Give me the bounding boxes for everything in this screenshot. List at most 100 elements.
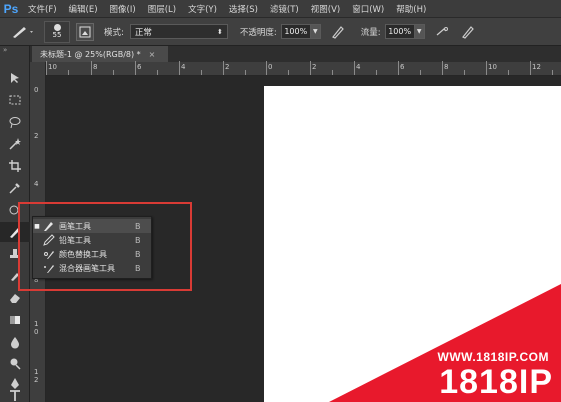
airbrush-toggle[interactable]: [433, 23, 451, 41]
panel-grip[interactable]: »: [0, 46, 29, 54]
tool-preset-picker[interactable]: [4, 21, 40, 43]
menu-select[interactable]: 选择(S): [223, 3, 264, 15]
ruler-tick: [201, 70, 202, 75]
magic-wand-tool[interactable]: [0, 134, 30, 154]
ruler-label: 0: [268, 63, 273, 71]
ruler-label: 10: [488, 63, 497, 71]
ruler-tick: [508, 70, 509, 75]
stylus-icon: [461, 25, 474, 39]
menu-view[interactable]: 视图(V): [305, 3, 346, 15]
ruler-tick: [91, 61, 92, 75]
flyout-item-label: 颜色替换工具: [59, 249, 107, 259]
menu-filter[interactable]: 滤镜(T): [264, 3, 305, 15]
brush-tool[interactable]: [0, 222, 30, 242]
flow-input[interactable]: 100%: [384, 24, 415, 39]
type-tool[interactable]: [0, 388, 30, 402]
watermark-logo: WWW.1818IP.COM 1818IP: [329, 284, 561, 402]
menu-file[interactable]: 文件(F): [22, 3, 63, 15]
ruler-label: 4: [34, 180, 39, 188]
document-tab[interactable]: 未标题-1 @ 25%(RGB/8) * ×: [32, 46, 168, 62]
ruler-tick: [332, 70, 333, 75]
dodge-icon: [10, 358, 21, 370]
history-brush-tool[interactable]: [0, 266, 30, 286]
marquee-tool[interactable]: [0, 90, 30, 110]
ruler-tick: [420, 70, 421, 75]
marquee-icon: [9, 95, 21, 105]
flyout-item-brush[interactable]: ■ 画笔工具 B: [33, 219, 151, 233]
ruler-tick: [223, 61, 224, 75]
pencil-icon: [41, 234, 57, 246]
ruler-tick: [486, 61, 487, 75]
eyedropper-icon: [9, 183, 20, 194]
ruler-tick: [442, 61, 443, 75]
ruler-tick: [376, 70, 377, 75]
eyedropper-tool[interactable]: [0, 178, 30, 198]
ruler-label: 2: [34, 132, 39, 140]
tools-panel: »: [0, 46, 30, 402]
ruler-label: 0: [34, 86, 39, 94]
ruler-tick: [310, 61, 311, 75]
dodge-tool[interactable]: [0, 354, 30, 374]
opacity-input[interactable]: 100%: [280, 24, 311, 39]
blur-tool[interactable]: [0, 332, 30, 352]
clone-stamp-tool[interactable]: [0, 244, 30, 264]
menu-edit[interactable]: 编辑(E): [63, 3, 104, 15]
mixer-brush-icon: [41, 262, 57, 274]
menu-image[interactable]: 图像(I): [104, 3, 142, 15]
menu-layer[interactable]: 图层(L): [142, 3, 182, 15]
ruler-label: 6: [137, 63, 142, 71]
ruler-label: 1 2: [34, 368, 39, 384]
ruler-tick: [157, 70, 158, 75]
ruler-label: 4: [356, 63, 361, 71]
opacity-pressure-toggle[interactable]: [329, 23, 347, 41]
watermark-url: WWW.1818IP.COM: [437, 350, 549, 364]
mode-value: 正常: [134, 27, 152, 38]
crop-icon: [9, 160, 21, 172]
ruler-label: 12: [532, 63, 541, 71]
size-pressure-toggle[interactable]: [459, 23, 477, 41]
gradient-tool[interactable]: [0, 310, 30, 330]
menu-window[interactable]: 窗口(W): [346, 3, 390, 15]
move-tool[interactable]: [0, 68, 30, 88]
brush-icon: [41, 220, 57, 232]
watermark-brand: 1818IP: [439, 363, 553, 401]
ruler-label: 1 0: [34, 320, 39, 336]
opacity-dropdown[interactable]: ▼: [310, 24, 321, 39]
move-icon: [11, 73, 19, 83]
menu-help[interactable]: 帮助(H): [390, 3, 432, 15]
chevron-down-icon: ▼: [312, 28, 318, 35]
flyout-item-mixer-brush[interactable]: 混合器画笔工具 B: [33, 261, 151, 275]
brush-size-picker[interactable]: 55: [44, 20, 70, 43]
stamp-icon: [10, 249, 20, 258]
ruler-tick: [113, 70, 114, 75]
healing-icon: [9, 205, 19, 215]
brush-tools-flyout: ■ 画笔工具 B 铅笔工具 B 颜色替换工具 B 混合器画笔工具 B: [32, 216, 152, 279]
menu-bar: Ps 文件(F) 编辑(E) 图像(I) 图层(L) 文字(Y) 选择(S) 滤…: [0, 0, 561, 18]
menu-type[interactable]: 文字(Y): [182, 3, 223, 15]
document-tab-bar: 未标题-1 @ 25%(RGB/8) * ×: [30, 46, 561, 62]
flyout-item-label: 混合器画笔工具: [59, 263, 115, 273]
history-brush-icon: [11, 273, 19, 281]
flyout-item-color-replacement[interactable]: 颜色替换工具 B: [33, 247, 151, 261]
healing-brush-tool[interactable]: [0, 200, 30, 220]
ruler-tick: [135, 61, 136, 75]
crop-tool[interactable]: [0, 156, 30, 176]
ruler-tick: [179, 61, 180, 75]
ruler-tick: [354, 61, 355, 75]
flyout-item-label: 铅笔工具: [59, 235, 91, 245]
flyout-item-pencil[interactable]: 铅笔工具 B: [33, 233, 151, 247]
flow-dropdown[interactable]: ▼: [414, 24, 425, 39]
horizontal-ruler[interactable]: 10 8 6 4 2 0 2 4 6 8 10 12: [46, 61, 561, 76]
close-icon[interactable]: ×: [149, 50, 156, 59]
lasso-tool[interactable]: [0, 112, 30, 132]
ruler-tick: [530, 61, 531, 75]
ruler-tick: [68, 70, 69, 75]
eraser-tool[interactable]: [0, 288, 30, 308]
mode-select[interactable]: 正常 ⬍: [129, 24, 228, 39]
ruler-tick: [46, 61, 47, 75]
ruler-label: 2: [225, 63, 230, 71]
magic-wand-icon: [9, 138, 21, 150]
brush-panel-toggle[interactable]: [76, 22, 94, 41]
ruler-label: 6: [400, 63, 405, 71]
lasso-icon: [9, 117, 21, 129]
